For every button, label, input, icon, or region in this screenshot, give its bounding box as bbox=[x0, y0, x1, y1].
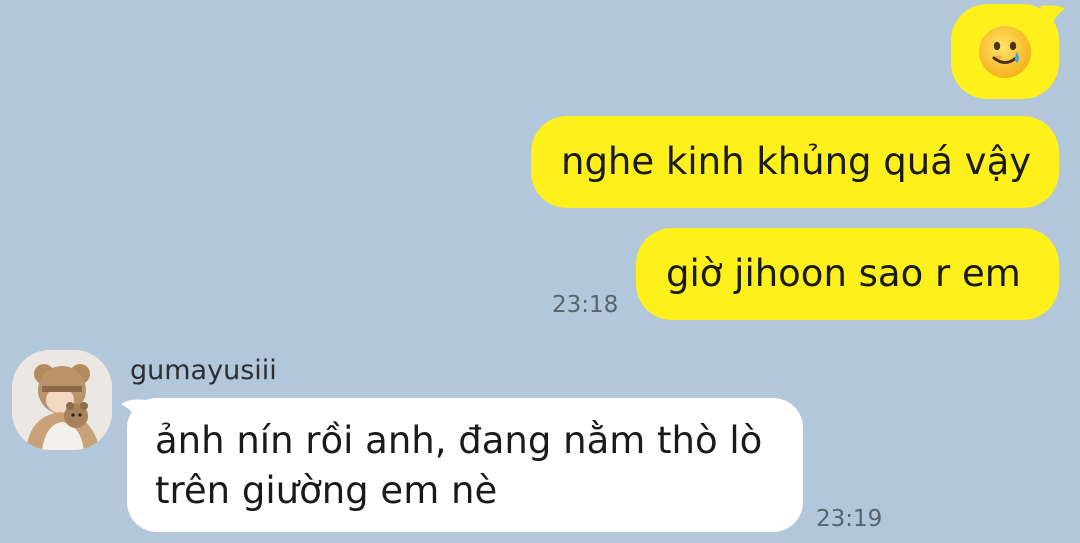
message-text: ảnh nín rồi anh, đang nằm thò lò trên gi… bbox=[155, 419, 763, 512]
incoming-message[interactable]: ảnh nín rồi anh, đang nằm thò lò trên gi… bbox=[127, 398, 803, 532]
smiling-face-with-tear-icon bbox=[979, 25, 1031, 78]
profile-avatar-icon bbox=[12, 350, 112, 450]
outgoing-message[interactable]: nghe kinh khủng quá vậy bbox=[531, 116, 1059, 208]
outgoing-message[interactable]: giờ jihoon sao r em bbox=[636, 228, 1059, 320]
incoming-timestamp: 23:19 bbox=[816, 506, 883, 532]
outgoing-timestamp: 23:18 bbox=[552, 292, 619, 318]
chat-area: nghe kinh khủng quá vậy giờ jihoon sao r… bbox=[0, 0, 1080, 543]
sender-name: gumayusiii bbox=[130, 355, 277, 386]
outgoing-bubble-tail bbox=[1040, 5, 1065, 27]
message-text: giờ jihoon sao r em bbox=[666, 251, 1021, 295]
message-text: nghe kinh khủng quá vậy bbox=[561, 139, 1032, 183]
sender-avatar[interactable] bbox=[12, 350, 112, 450]
